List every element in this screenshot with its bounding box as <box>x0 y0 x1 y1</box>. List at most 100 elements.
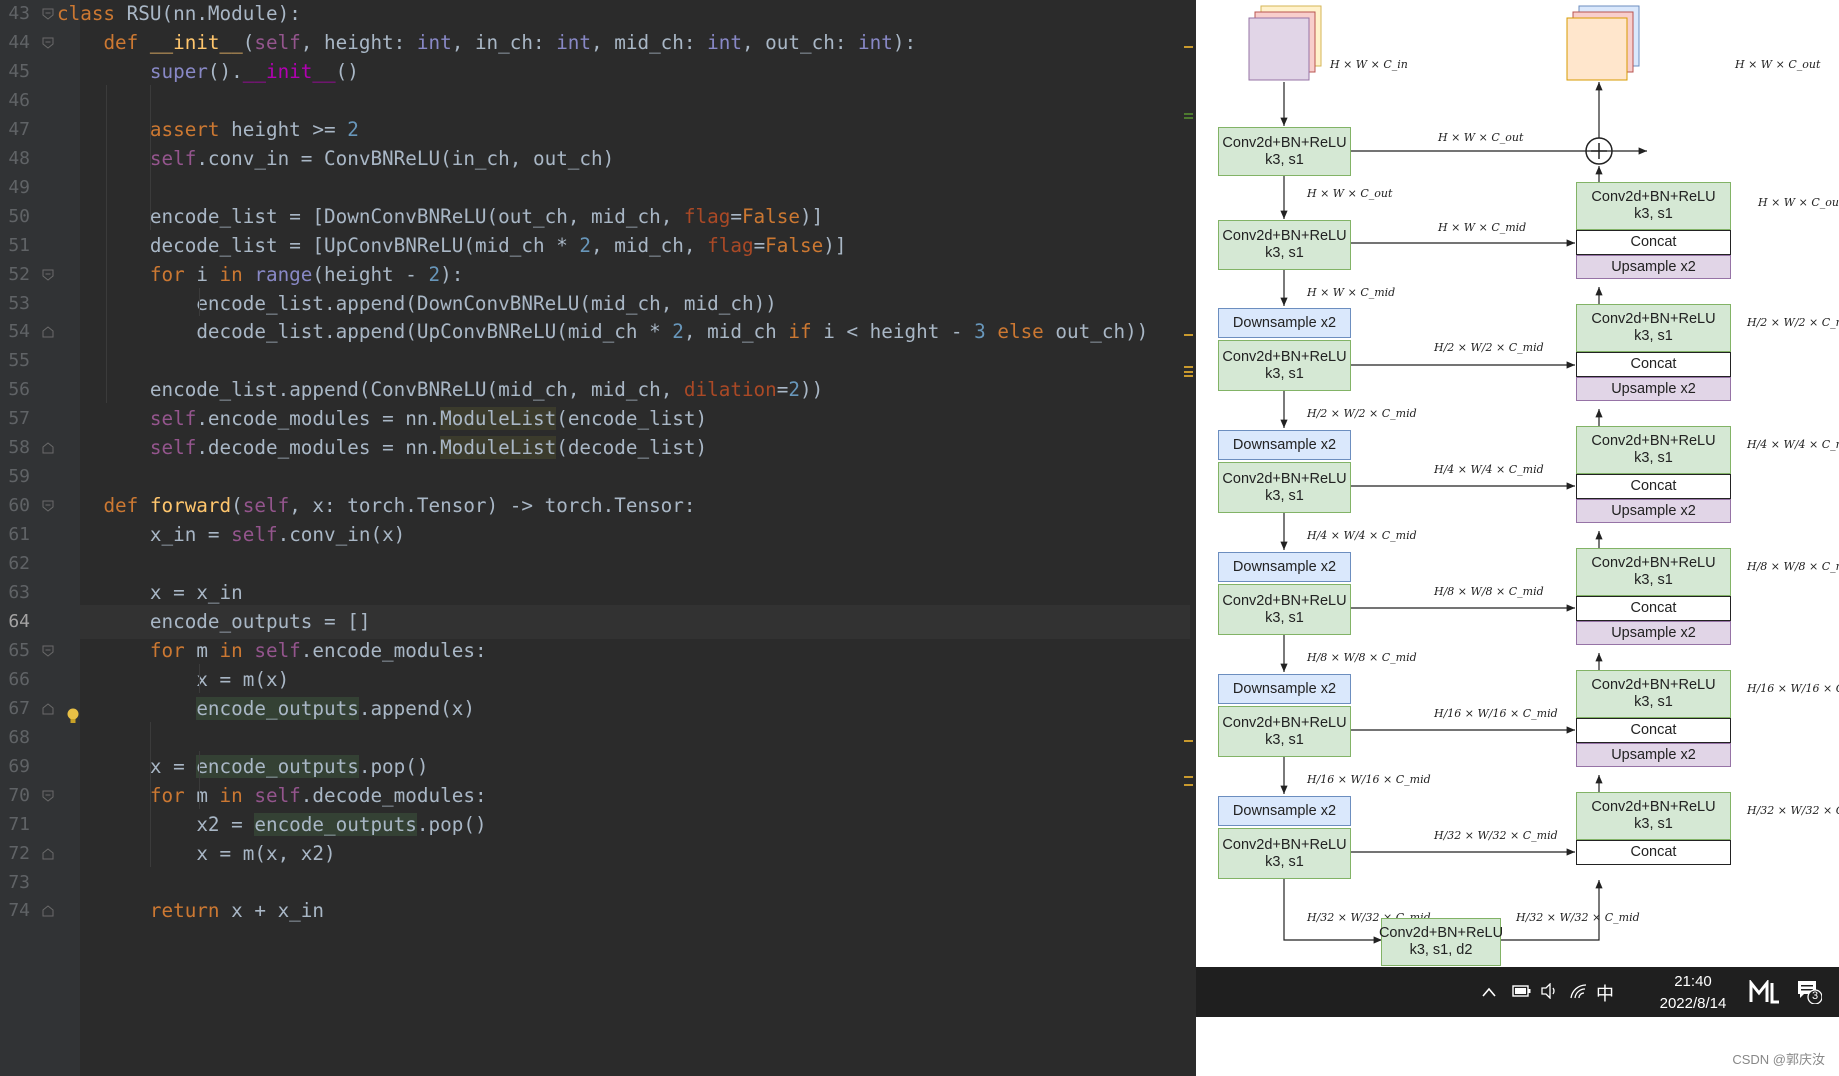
fold-open-icon[interactable] <box>41 268 55 282</box>
downsample-block: Downsample x2 <box>1218 796 1351 826</box>
conv-block: Conv2d+BN+ReLU k3, s1 <box>1576 792 1731 840</box>
code-line[interactable]: return x + x_in <box>57 894 324 928</box>
clock-date[interactable]: 2022/8/14 <box>1640 995 1746 1012</box>
output-tensor-icon <box>1566 5 1640 81</box>
conv-block-params: k3, s1 <box>1634 816 1673 832</box>
watermark: CSDN @郭庆汝 <box>1732 1052 1825 1067</box>
concat-block: Concat <box>1576 718 1731 743</box>
conv-block: Conv2d+BN+ReLU k3, s1 <box>1218 127 1351 176</box>
warning-marker[interactable] <box>1184 375 1193 377</box>
indent-guide <box>106 84 107 404</box>
downsample-block: Downsample x2 <box>1218 674 1351 704</box>
fold-end-icon[interactable] <box>41 702 55 716</box>
downsample-block: Downsample x2 <box>1218 308 1351 338</box>
fold-open-icon[interactable] <box>41 499 55 513</box>
conv-block: Conv2d+BN+ReLU k3, s1 <box>1218 706 1351 757</box>
conv-block-label: Conv2d+BN+ReLU <box>1222 836 1347 853</box>
fold-open-icon[interactable] <box>41 789 55 803</box>
conv-block-label: Conv2d+BN+ReLU <box>1222 592 1347 609</box>
concat-block: Concat <box>1576 230 1731 255</box>
change-marker[interactable] <box>1184 117 1193 119</box>
dim-label: H/2 × W/2 × C_mid <box>1307 407 1417 420</box>
chevron-up-icon[interactable] <box>1481 985 1497 1001</box>
indent-guide <box>199 287 200 317</box>
volume-icon[interactable] <box>1540 982 1560 1004</box>
conv-block: Conv2d+BN+ReLU k3, s1 <box>1576 304 1731 352</box>
upsample-block: Upsample x2 <box>1576 499 1731 523</box>
app-logo-icon[interactable] <box>1749 978 1781 1009</box>
conv-block-label: Conv2d+BN+ReLU <box>1378 925 1504 941</box>
conv-block-label: Conv2d+BN+ReLU <box>1222 348 1347 365</box>
code-line[interactable]: decode_list.append(UpConvBNReLU(mid_ch *… <box>57 315 1148 349</box>
dilated-conv-block: Conv2d+BN+ReLU k3, s1, d2 <box>1378 918 1504 966</box>
rsu-diagram: H × W × C_in H × W × C_out H × W × C_out… <box>1207 0 1839 967</box>
conv-block-params: k3, s1 <box>1265 853 1304 870</box>
warning-marker[interactable] <box>1184 784 1193 786</box>
warning-marker[interactable] <box>1184 740 1193 742</box>
dim-label: H × W × C_mid <box>1438 221 1527 234</box>
dim-label: H/4 × W/4 × C_mid <box>1434 463 1544 476</box>
ime-indicator[interactable]: 中 <box>1596 980 1614 1006</box>
editor-scrollbar[interactable] <box>1180 0 1196 1076</box>
dim-label: H/16 × W/16 × C_mid <box>1434 707 1558 720</box>
conv-block: Conv2d+BN+ReLU k3, s1 <box>1576 182 1731 230</box>
conv-block: Conv2d+BN+ReLU k3, s1 <box>1576 548 1731 596</box>
warning-marker[interactable] <box>1184 776 1193 778</box>
fold-open-icon[interactable] <box>41 36 55 50</box>
conv-block-label: Conv2d+BN+ReLU <box>1222 228 1347 244</box>
indent-guide <box>150 721 151 867</box>
wifi-icon[interactable] <box>1570 983 1588 1004</box>
fold-open-icon[interactable] <box>41 644 55 658</box>
conv-block: Conv2d+BN+ReLU k3, s1 <box>1576 670 1731 718</box>
fold-end-icon[interactable] <box>41 325 55 339</box>
conv-block-params: k3, s1 <box>1265 365 1304 382</box>
conv-block-label: Conv2d+BN+ReLU <box>1222 470 1347 487</box>
concat-block: Concat <box>1576 474 1731 499</box>
dim-label: H/2 × W/2 × C_mid <box>1434 341 1544 354</box>
code-line[interactable]: x = m(x, x2) <box>57 837 335 871</box>
fold-end-icon[interactable] <box>41 904 55 918</box>
code-line[interactable]: self.conv_in = ConvBNReLU(in_ch, out_ch) <box>57 142 614 176</box>
fold-end-icon[interactable] <box>41 847 55 861</box>
dim-label: H × W × C_out <box>1438 131 1524 144</box>
warning-marker[interactable] <box>1184 334 1193 336</box>
battery-icon[interactable] <box>1512 984 1532 1003</box>
conv-block-params: k3, s1 <box>1265 245 1304 261</box>
conv-block-params: k3, s1 <box>1634 572 1673 588</box>
concat-block: Concat <box>1576 840 1731 865</box>
dim-label: H/32 × W/32 × C_mid <box>1434 829 1558 842</box>
code-line[interactable]: self.decode_modules = nn.ModuleList(deco… <box>57 431 707 465</box>
lightbulb-icon[interactable] <box>66 708 80 726</box>
conv-block-params: k3, s1, d2 <box>1409 942 1473 958</box>
fold-open-icon[interactable] <box>41 7 55 21</box>
downsample-block: Downsample x2 <box>1218 552 1351 582</box>
conv-block-label: Conv2d+BN+ReLU <box>1591 433 1716 449</box>
conv-block: Conv2d+BN+ReLU k3, s1 <box>1218 462 1351 513</box>
conv-block-params: k3, s1 <box>1634 206 1673 222</box>
warning-marker[interactable] <box>1184 46 1193 48</box>
clock-time[interactable]: 21:40 <box>1652 973 1734 990</box>
dim-label: H/8 × W/8 × C_mid <box>1747 560 1839 573</box>
conv-block-label: Conv2d+BN+ReLU <box>1222 714 1347 731</box>
line-number[interactable]: 74 <box>0 894 30 928</box>
conv-block-params: k3, s1 <box>1265 151 1304 168</box>
indent-guide <box>199 663 200 693</box>
code-line[interactable]: x_in = self.conv_in(x) <box>57 518 405 552</box>
fold-end-icon[interactable] <box>41 441 55 455</box>
concat-block: Concat <box>1576 352 1731 377</box>
concat-block: Concat <box>1576 596 1731 621</box>
code-editor[interactable]: 43 44 45 46 47 48 49 50 51 52 53 54 55 56 57 58 59 60 61 62… <box>0 0 1196 1076</box>
conv-block-params: k3, s1 <box>1265 609 1304 626</box>
conv-block: Conv2d+BN+ReLU k3, s1 <box>1576 426 1731 474</box>
warning-marker[interactable] <box>1184 366 1193 368</box>
dim-label: H × W × C_in <box>1330 58 1408 71</box>
conv-block-label: Conv2d+BN+ReLU <box>1591 677 1716 693</box>
diagram-panel: H × W × C_in H × W × C_out H × W × C_out… <box>1196 0 1839 1076</box>
code-line[interactable]: encode_outputs.append(x) <box>57 692 475 726</box>
dim-label: H/16 × W/16 × C_mid <box>1747 682 1839 695</box>
upsample-block: Upsample x2 <box>1576 377 1731 401</box>
code-line[interactable]: super().__init__() <box>57 55 359 89</box>
conv-block-label: Conv2d+BN+ReLU <box>1591 799 1716 815</box>
change-marker[interactable] <box>1184 113 1193 115</box>
warning-marker[interactable] <box>1184 371 1193 373</box>
